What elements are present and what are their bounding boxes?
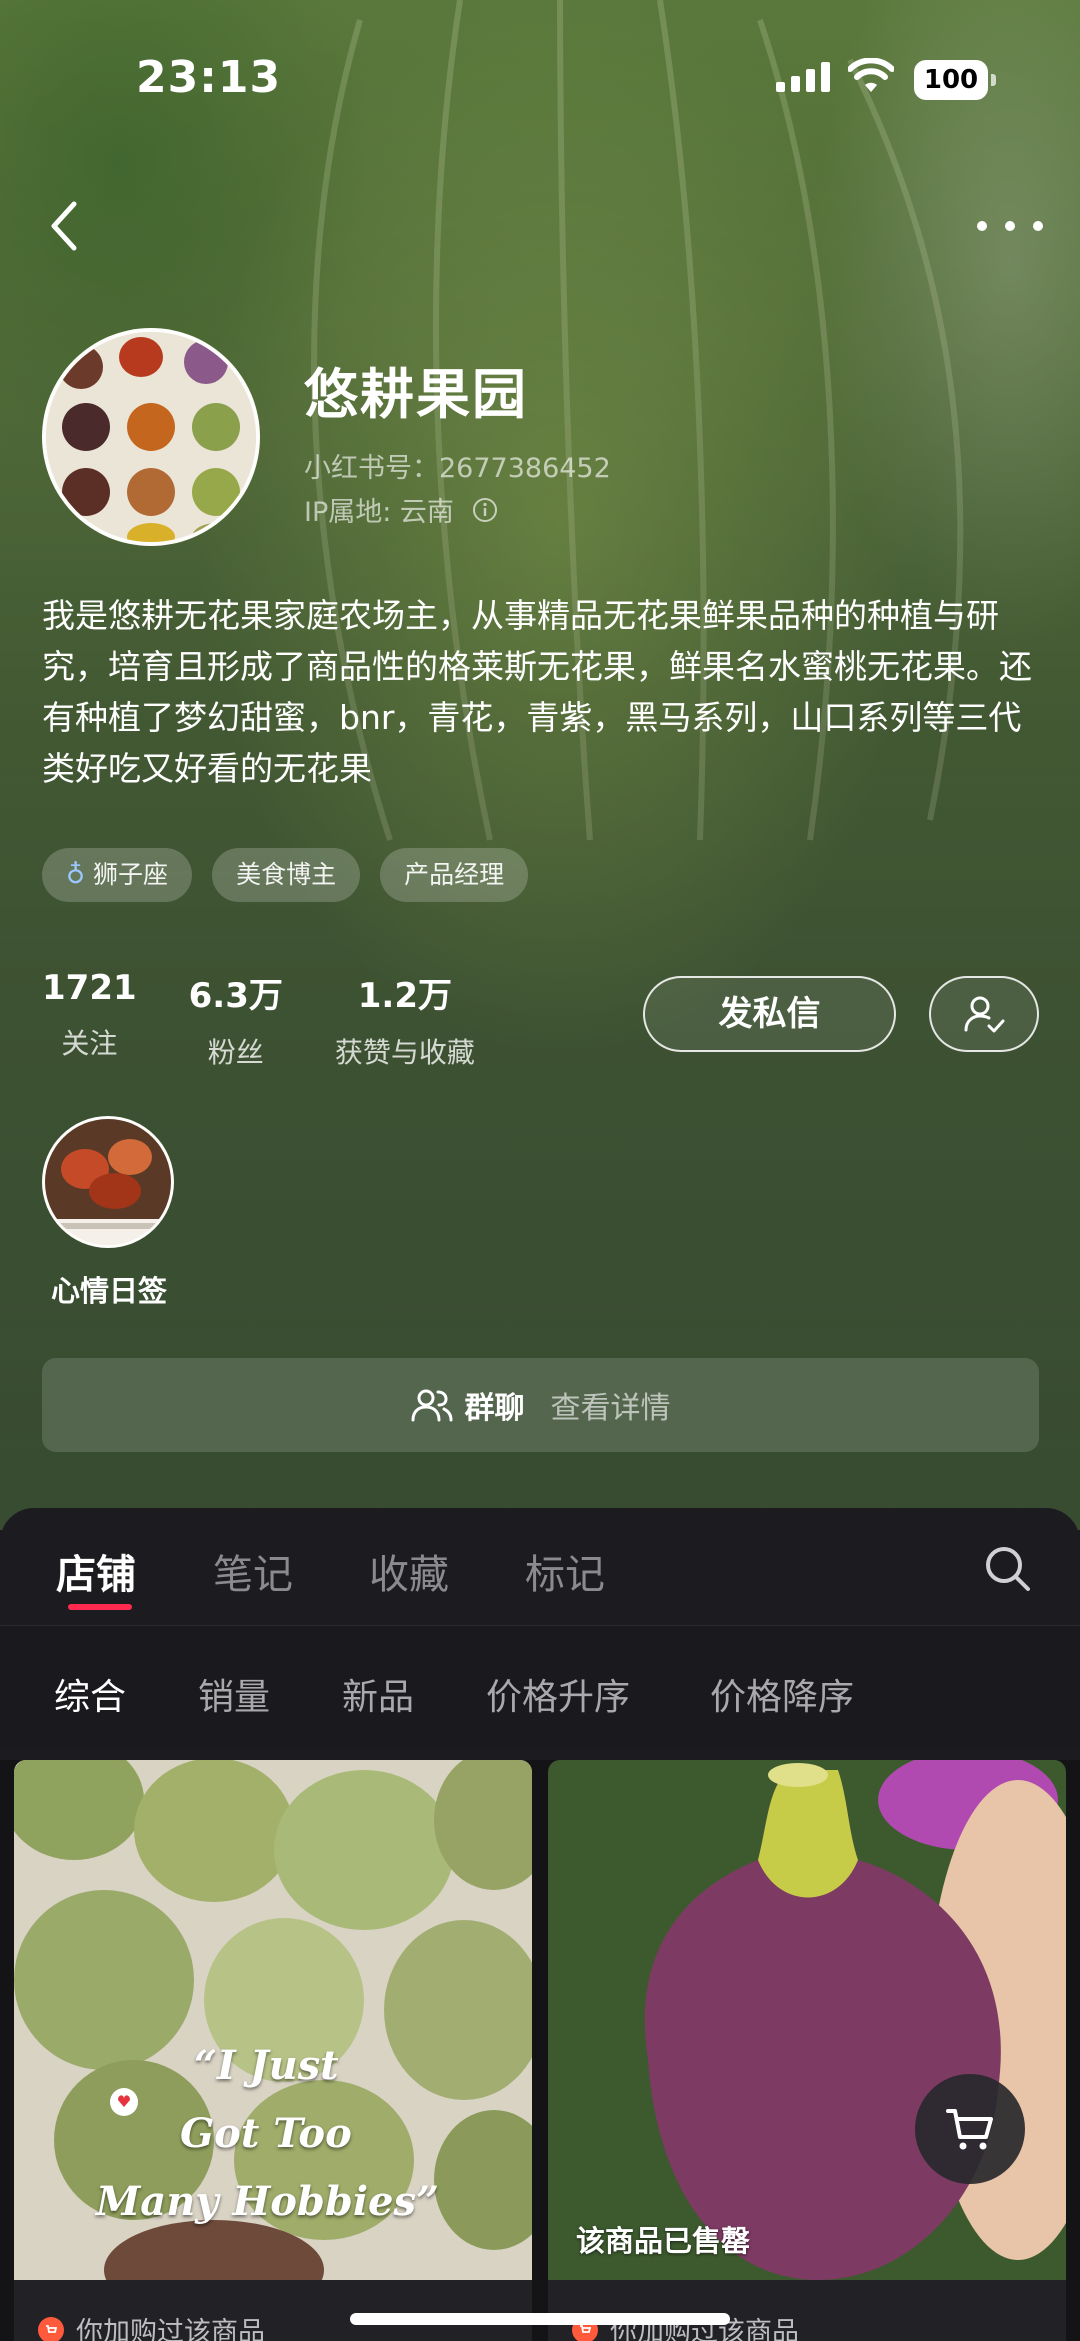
- stat-value: 1.2万: [357, 976, 452, 1016]
- stat-value: 6.3万: [188, 976, 283, 1016]
- tag-label: 美食博主: [236, 860, 337, 889]
- product-image-purple-fig: [548, 1760, 1066, 2280]
- bio-text: 我是悠耕无花果家庭农场主，从事精品无花果鲜果品种的种植与研究，培育且形成了商品性…: [42, 596, 1032, 788]
- overlay-text-line: Many Hobbies”: [96, 2178, 440, 2225]
- group-chat-title: 群聊: [464, 1391, 525, 1426]
- highlight-label: 心情日签: [50, 1274, 167, 1308]
- product-grid: “I Just Got Too Many Hobbies” 你加购过该商品 该商…: [0, 1760, 1080, 2341]
- female-icon: ♁: [66, 860, 86, 890]
- stat-label: 粉丝: [207, 1036, 264, 1069]
- product-card[interactable]: 该商品已售罄 你加购过该商品: [548, 1760, 1066, 2341]
- home-indicator[interactable]: [350, 2313, 730, 2325]
- overlay-text-line: “I Just: [194, 2042, 339, 2089]
- more-options-button[interactable]: [970, 206, 1050, 246]
- highlight-cover: [42, 1116, 174, 1248]
- tab-store[interactable]: 店铺: [56, 1542, 136, 1600]
- cart-badge-icon: [38, 2316, 64, 2341]
- shopping-cart-icon: [946, 2109, 993, 2150]
- ip-location-text: IP属地: 云南: [304, 497, 454, 528]
- group-users-icon: [411, 1389, 452, 1422]
- tag-product-manager: 产品经理: [380, 848, 529, 902]
- filter-comprehensive[interactable]: 综合: [54, 1668, 126, 1720]
- tag-list: ♁ 狮子座 美食博主 产品经理: [42, 848, 529, 902]
- tab-notes[interactable]: 笔记: [213, 1542, 293, 1600]
- stat-following[interactable]: 1721 关注: [42, 968, 137, 1071]
- cellular-signal-icon: [776, 62, 830, 92]
- search-icon[interactable]: [983, 1544, 1033, 1594]
- filter-sales[interactable]: 销量: [198, 1668, 270, 1720]
- stat-followers[interactable]: 6.3万 粉丝: [189, 968, 283, 1071]
- stat-value: 1721: [42, 968, 137, 1008]
- group-chat-bar[interactable]: 群聊 查看详情: [42, 1358, 1039, 1452]
- tab-marks[interactable]: 标记: [525, 1542, 605, 1600]
- overlay-text-line: Got Too: [180, 2110, 352, 2157]
- active-tab-indicator: [68, 1604, 132, 1610]
- stat-label: 关注: [61, 1027, 118, 1060]
- avatar[interactable]: [42, 328, 260, 546]
- tag-zodiac: ♁ 狮子座: [42, 848, 193, 902]
- content-panel: 店铺 笔记 收藏 标记 综合 销量 新品 价格升序 价格降序 “I Just G…: [0, 1508, 1080, 2341]
- info-icon[interactable]: [472, 497, 498, 523]
- wifi-icon: [848, 58, 894, 92]
- status-time: 23:13: [136, 52, 282, 103]
- content-tabs: 店铺 笔记 收藏 标记: [0, 1508, 1080, 1626]
- avatar-fig-varieties-image: [46, 332, 256, 542]
- highlight-mood-daily[interactable]: 心情日签: [42, 1116, 176, 1310]
- product-card[interactable]: “I Just Got Too Many Hobbies” 你加购过该商品: [14, 1760, 532, 2341]
- sold-out-label: 该商品已售罄: [576, 2224, 751, 2258]
- following-status-button[interactable]: [929, 976, 1039, 1052]
- tag-food-blogger: 美食博主: [212, 848, 361, 902]
- stat-likes-and-saves[interactable]: 1.2万 获赞与收藏: [335, 968, 475, 1071]
- send-message-button[interactable]: 发私信: [643, 976, 896, 1052]
- group-chat-details: 查看详情: [550, 1391, 671, 1426]
- stat-label: 获赞与收藏: [334, 1036, 475, 1069]
- back-button[interactable]: [40, 196, 90, 256]
- highlight-fig-image: [45, 1119, 171, 1245]
- filter-price-desc[interactable]: 价格降序: [710, 1668, 854, 1720]
- filter-new[interactable]: 新品: [342, 1668, 414, 1720]
- tag-label: 狮子座: [93, 860, 169, 889]
- red-id[interactable]: 小红书号：2677386452: [304, 446, 611, 485]
- tab-collections[interactable]: 收藏: [369, 1542, 449, 1600]
- nickname: 悠耕果园: [304, 363, 528, 426]
- cart-history-text: 你加购过该商品: [76, 2317, 265, 2341]
- sort-filters: 综合 销量 新品 价格升序 价格降序: [0, 1626, 1080, 1748]
- filter-price-asc[interactable]: 价格升序: [486, 1668, 630, 1720]
- profile-header: 23:13 100 悠耕果园 小红书号：2677386452 IP属地: 云南 …: [0, 0, 1080, 1530]
- status-bar: 23:13 100: [0, 0, 1080, 150]
- profile-stats: 1721 关注 6.3万 粉丝 1.2万 获赞与收藏: [42, 968, 527, 1071]
- user-check-icon: [964, 996, 1005, 1033]
- cart-history-note: 你加购过该商品: [38, 2310, 265, 2341]
- ip-location: IP属地: 云南: [304, 490, 498, 529]
- shopping-cart-button[interactable]: [915, 2074, 1025, 2184]
- battery-indicator: 100: [914, 60, 996, 100]
- tag-label: 产品经理: [404, 860, 505, 889]
